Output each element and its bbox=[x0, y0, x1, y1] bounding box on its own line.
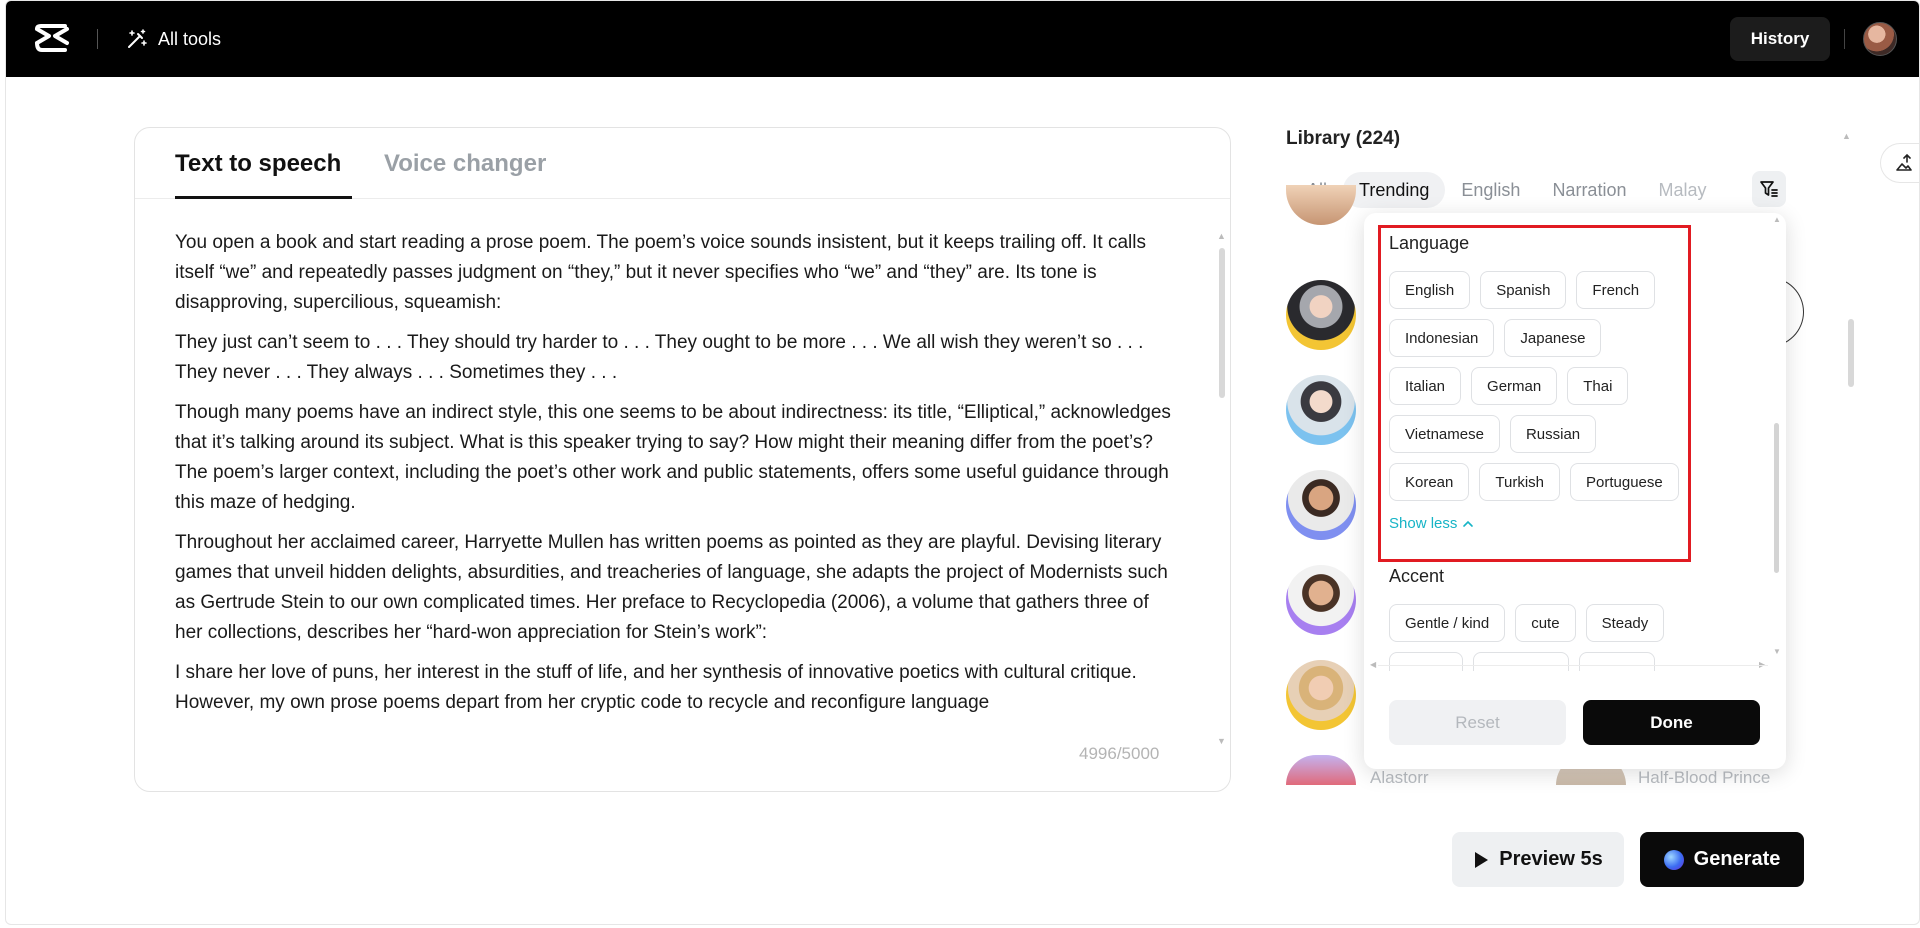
script-paragraph: I share her love of puns, her interest i… bbox=[175, 662, 1137, 713]
script-paragraph: They just can’t seem to . . . They shoul… bbox=[175, 332, 1144, 383]
voice-avatar[interactable] bbox=[1286, 375, 1356, 445]
accent-tags: Gentle / kind cute Steady bbox=[1389, 604, 1679, 671]
filter-button[interactable] bbox=[1752, 171, 1786, 207]
accent-tag-gentle[interactable]: Gentle / kind bbox=[1389, 604, 1506, 642]
script-paragraph: Though many poems have an indirect style… bbox=[175, 402, 1171, 513]
voice-avatar[interactable] bbox=[1286, 755, 1356, 785]
voice-avatar[interactable] bbox=[1286, 660, 1356, 730]
voice-avatar[interactable] bbox=[1286, 280, 1356, 350]
chip-english[interactable]: English bbox=[1445, 172, 1536, 208]
editor-scrollbar[interactable] bbox=[1219, 248, 1225, 398]
tab-voice-changer[interactable]: Voice changer bbox=[384, 150, 546, 178]
play-icon bbox=[1475, 851, 1489, 868]
accent-tag-steady[interactable]: Steady bbox=[1585, 604, 1665, 642]
accent-tag[interactable] bbox=[1579, 652, 1655, 671]
reset-button[interactable]: Reset bbox=[1389, 700, 1566, 745]
scroll-down-arrow[interactable]: ▼ bbox=[1773, 647, 1781, 656]
accent-tag[interactable] bbox=[1473, 652, 1569, 671]
accent-tag-cute[interactable]: cute bbox=[1515, 604, 1576, 642]
voice-avatar[interactable] bbox=[1286, 470, 1356, 540]
chip-malay[interactable]: Malay bbox=[1642, 172, 1722, 208]
preview-button[interactable]: Preview 5s bbox=[1452, 832, 1624, 887]
active-tab-indicator bbox=[175, 196, 352, 199]
scroll-up-arrow[interactable]: ▲ bbox=[1773, 215, 1781, 224]
library-title: Library (224) bbox=[1286, 128, 1401, 149]
all-tools-label: All tools bbox=[158, 28, 222, 49]
horizontal-scrollbar-track[interactable] bbox=[1378, 665, 1768, 666]
divider bbox=[97, 29, 98, 49]
history-button[interactable]: History bbox=[1730, 17, 1830, 61]
divider bbox=[1844, 29, 1845, 49]
voice-avatar[interactable] bbox=[1286, 565, 1356, 635]
top-bar: All tools History bbox=[6, 1, 1919, 77]
accent-tag[interactable] bbox=[1389, 652, 1463, 671]
app-window: All tools History Text to speech Voice c… bbox=[5, 0, 1920, 925]
voice-avatar[interactable] bbox=[1286, 185, 1356, 225]
capcut-logo-icon[interactable] bbox=[34, 23, 70, 53]
character-counter: 4996/5000 bbox=[1079, 744, 1160, 763]
library-scrollbar[interactable] bbox=[1848, 319, 1854, 387]
filter-popup-scrollbar[interactable] bbox=[1774, 423, 1779, 573]
accent-title: Accent bbox=[1389, 566, 1445, 586]
scroll-left-arrow[interactable]: ◀ bbox=[1370, 660, 1376, 669]
image-upload-icon bbox=[1895, 153, 1912, 171]
tab-text-to-speech[interactable]: Text to speech bbox=[175, 150, 341, 178]
preview-label: Preview 5s bbox=[1499, 848, 1603, 870]
script-paragraph: Throughout her acclaimed career, Harryet… bbox=[175, 532, 1168, 643]
voice-name: Half-Blood Prince bbox=[1638, 768, 1771, 787]
script-paragraph: You open a book and start reading a pros… bbox=[175, 232, 1147, 313]
scroll-up-arrow[interactable]: ▲ bbox=[1217, 231, 1226, 241]
generate-button[interactable]: Generate bbox=[1640, 832, 1804, 887]
filter-icon bbox=[1760, 181, 1778, 197]
done-button[interactable]: Done bbox=[1583, 700, 1760, 745]
generate-label: Generate bbox=[1693, 848, 1781, 870]
side-panel-button[interactable] bbox=[1880, 143, 1919, 183]
text-editor-card: Text to speech Voice changer You open a … bbox=[134, 127, 1231, 792]
editor-tabs: Text to speech Voice changer bbox=[135, 128, 1230, 199]
filter-popup: Language English Spanish French Indonesi… bbox=[1364, 213, 1786, 769]
scroll-up-arrow[interactable]: ▲ bbox=[1842, 131, 1851, 141]
user-avatar[interactable] bbox=[1863, 22, 1897, 56]
generate-orb-icon bbox=[1663, 849, 1684, 870]
chip-trending[interactable]: Trending bbox=[1343, 172, 1446, 208]
all-tools-button[interactable]: All tools bbox=[126, 25, 221, 53]
filter-popup-content: Language English Spanish French Indonesi… bbox=[1364, 213, 1784, 671]
highlight-box bbox=[1378, 225, 1691, 562]
chip-narration[interactable]: Narration bbox=[1536, 172, 1642, 208]
voice-name: Alastorr bbox=[1370, 768, 1429, 787]
magic-wand-icon bbox=[128, 29, 147, 48]
scroll-down-arrow[interactable]: ▼ bbox=[1217, 736, 1226, 746]
script-textarea[interactable]: You open a book and start reading a pros… bbox=[175, 228, 1175, 748]
